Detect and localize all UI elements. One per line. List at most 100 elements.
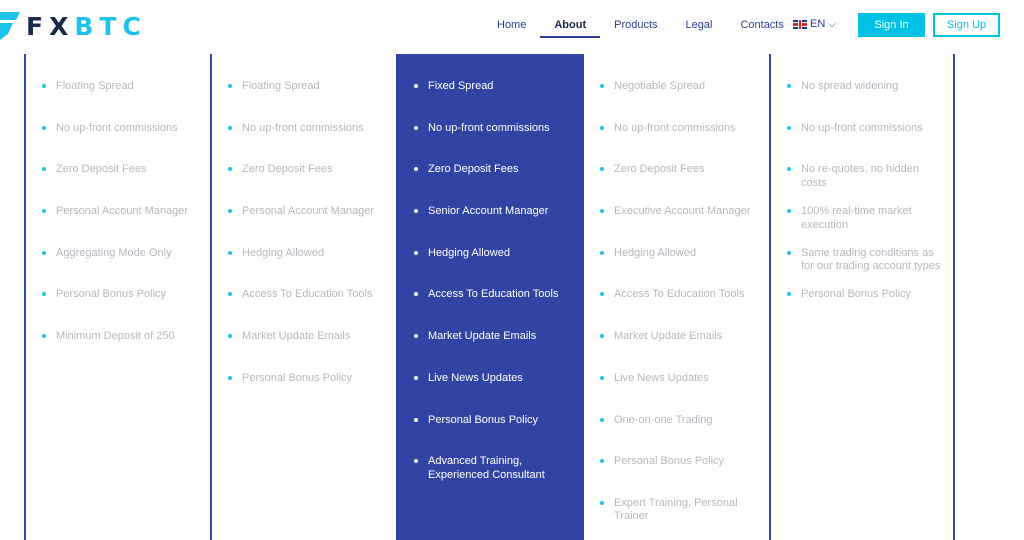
bullet-icon bbox=[600, 459, 604, 464]
plan-column: No spread widening No up-front commission… bbox=[769, 54, 954, 540]
feature-text: Aggregating Mode Only bbox=[56, 246, 172, 259]
feature-list: Negotiable Spread No up-front commissions… bbox=[584, 80, 769, 539]
feature-text: Market Update Emails bbox=[242, 330, 351, 343]
feature-item: Personal Account Manager bbox=[26, 205, 210, 247]
bullet-icon bbox=[600, 292, 604, 297]
bullet-icon bbox=[414, 375, 418, 380]
feature-item: Market Update Emails bbox=[212, 330, 396, 372]
feature-item: Personal Account Manager bbox=[212, 205, 396, 247]
nav-products[interactable]: Products bbox=[600, 0, 671, 50]
feature-text: Fixed Spread bbox=[428, 80, 494, 92]
feature-text: Floating Spread bbox=[56, 80, 134, 92]
feature-text: No up-front commissions bbox=[242, 121, 364, 134]
bullet-icon bbox=[414, 417, 418, 422]
logo-text-fx: FX bbox=[26, 11, 75, 41]
bullet-icon bbox=[228, 167, 232, 172]
feature-item: Personal Bonus Policy bbox=[212, 372, 396, 414]
nav-contacts[interactable]: Contacts bbox=[726, 0, 797, 50]
feature-item: Fixed Spread bbox=[396, 80, 584, 122]
plans-comparison: Floating Spread No up-front commissions Ze… bbox=[0, 54, 1024, 540]
feature-list: Floating Spread No up-front commissions Ze… bbox=[212, 80, 396, 414]
feature-item: Advanced Training, Experienced Consultan… bbox=[396, 455, 584, 497]
feature-text: One-on-one Trading bbox=[614, 413, 713, 426]
bullet-icon bbox=[414, 84, 418, 88]
bullet-icon bbox=[600, 375, 604, 380]
bullet-icon bbox=[42, 125, 46, 130]
bullet-icon bbox=[600, 125, 604, 130]
bullet-icon bbox=[787, 292, 791, 297]
bullet-icon bbox=[787, 84, 791, 88]
feature-item: Zero Deposit Fees bbox=[584, 163, 769, 205]
bullet-icon bbox=[42, 292, 46, 297]
feature-text: Negotiable Spread bbox=[614, 80, 706, 92]
bullet-icon bbox=[787, 209, 791, 214]
nav-legal[interactable]: Legal bbox=[672, 0, 727, 50]
bullet-icon bbox=[42, 334, 46, 339]
feature-text: Advanced Training, Experienced Consultan… bbox=[428, 455, 545, 481]
feature-text: Personal Bonus Policy bbox=[428, 413, 539, 426]
feature-text: Zero Deposit Fees bbox=[428, 163, 519, 176]
bullet-icon bbox=[228, 250, 232, 255]
feature-text: 100% real-time market execution bbox=[801, 205, 912, 231]
sign-in-button[interactable]: Sign In bbox=[858, 13, 925, 37]
feature-item: Zero Deposit Fees bbox=[26, 163, 210, 205]
feature-text: Executive Account Manager bbox=[614, 205, 751, 218]
feature-item: No spread widening bbox=[771, 80, 954, 122]
column-divider bbox=[953, 54, 955, 540]
feature-text: Hedging Allowed bbox=[428, 246, 510, 259]
bullet-icon bbox=[228, 292, 232, 297]
bullet-icon bbox=[414, 167, 418, 172]
feature-item: No up-front commissions bbox=[396, 122, 584, 164]
bullet-icon bbox=[600, 250, 604, 255]
feature-text: No re-quotes, no hidden costs bbox=[801, 163, 920, 189]
plan-column-featured: Fixed Spread No up-front commissions Zero … bbox=[396, 54, 584, 540]
bullet-icon bbox=[600, 167, 604, 172]
bullet-icon bbox=[414, 459, 418, 464]
feature-item: Hedging Allowed bbox=[212, 247, 396, 289]
feature-item: Executive Account Manager bbox=[584, 205, 769, 247]
bullet-icon bbox=[414, 250, 418, 255]
feature-text: Minimum Deposit of 250 bbox=[56, 330, 175, 343]
bullet-icon bbox=[600, 417, 604, 422]
feature-text: Access To Education Tools bbox=[614, 288, 745, 301]
feature-text: Access To Education Tools bbox=[242, 288, 373, 301]
feature-text: No up-front commissions bbox=[801, 121, 923, 134]
bullet-icon bbox=[228, 84, 232, 88]
bullet-icon bbox=[42, 167, 46, 172]
bullet-icon bbox=[228, 375, 232, 380]
sign-up-button[interactable]: Sign Up bbox=[933, 13, 1000, 37]
bullet-icon bbox=[414, 125, 418, 130]
bullet-icon bbox=[787, 250, 791, 255]
logo-mark-icon bbox=[0, 10, 20, 42]
bullet-icon bbox=[228, 334, 232, 339]
feature-text: Personal Bonus Policy bbox=[56, 288, 167, 301]
feature-text: No up-front commissions bbox=[56, 121, 178, 134]
bullet-icon bbox=[600, 500, 604, 505]
main-nav: Home About Products Legal Contacts bbox=[483, 0, 798, 50]
feature-item: No up-front commissions bbox=[26, 122, 210, 164]
bullet-icon bbox=[228, 125, 232, 130]
logo[interactable]: FXBTC bbox=[0, 10, 147, 42]
feature-item: No up-front commissions bbox=[212, 122, 396, 164]
feature-item: Aggregating Mode Only bbox=[26, 247, 210, 289]
feature-text: Expert Training, Personal Trainer bbox=[614, 496, 738, 523]
feature-item: Expert Training, Personal Trainer bbox=[584, 497, 769, 539]
feature-item: Zero Deposit Fees bbox=[396, 163, 584, 205]
bullet-icon bbox=[414, 209, 418, 214]
logo-text: FXBTC bbox=[26, 12, 147, 41]
feature-item: Hedging Allowed bbox=[584, 247, 769, 289]
feature-item: Market Update Emails bbox=[396, 330, 584, 372]
feature-text: Zero Deposit Fees bbox=[242, 163, 333, 176]
feature-item: Access To Education Tools bbox=[212, 288, 396, 330]
feature-text: Live News Updates bbox=[614, 371, 709, 384]
feature-text: Personal Bonus Policy bbox=[242, 371, 353, 384]
language-selector[interactable]: EN ⌵ bbox=[793, 18, 836, 30]
feature-text: Personal Account Manager bbox=[56, 205, 189, 218]
bullet-icon bbox=[42, 250, 46, 255]
nav-home[interactable]: Home bbox=[483, 0, 540, 50]
nav-about[interactable]: About bbox=[540, 0, 600, 50]
feature-text: Access To Education Tools bbox=[428, 288, 559, 301]
feature-list: Floating Spread No up-front commissions Ze… bbox=[26, 80, 210, 372]
feature-text: Market Update Emails bbox=[614, 330, 723, 343]
feature-text: Personal Account Manager bbox=[242, 205, 375, 218]
